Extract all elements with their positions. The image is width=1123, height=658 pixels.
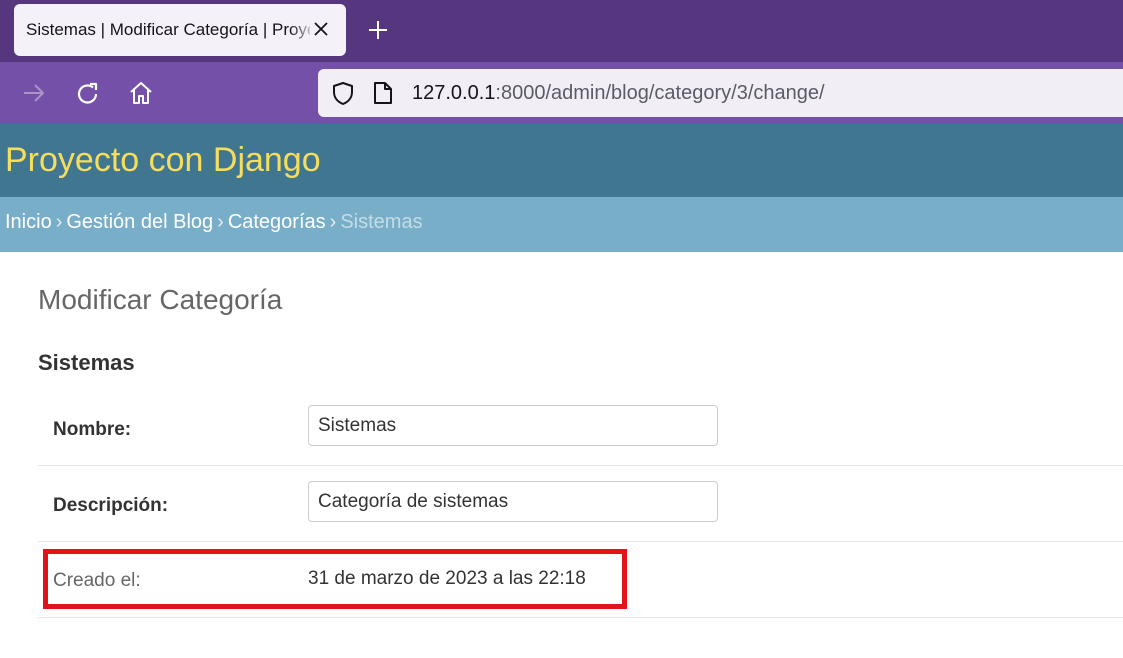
breadcrumb: Inicio › Gestión del Blog › Categorías › Siste… <box>0 197 1123 252</box>
highlight-annotation-box <box>43 549 627 609</box>
forward-arrow-icon[interactable] <box>21 80 47 106</box>
breadcrumb-model[interactable]: Categorías <box>228 211 326 233</box>
breadcrumb-separator: › <box>329 211 337 233</box>
object-title: Sistemas <box>38 350 135 375</box>
browser-tab[interactable]: Sistemas | Modificar Categoría | Proyect… <box>14 4 346 56</box>
reload-icon[interactable] <box>75 81 101 107</box>
form-row-nombre: Nombre: <box>38 390 1123 466</box>
page-title: Modificar Categoría <box>38 284 283 315</box>
url-host: 127.0.0.1 <box>412 82 496 104</box>
page-icon[interactable] <box>372 81 394 105</box>
address-bar[interactable]: 127.0.0.1:8000/admin/blog/category/3/cha… <box>318 69 1123 117</box>
shield-icon[interactable] <box>331 81 355 105</box>
close-icon[interactable] <box>310 18 332 40</box>
breadcrumb-current: Sistemas <box>340 211 423 233</box>
descripcion-label: Descripción: <box>53 495 169 516</box>
nombre-input[interactable] <box>308 405 718 446</box>
url-path: :8000/admin/blog/category/3/change/ <box>495 82 825 104</box>
form-row-descripcion: Descripción: <box>38 466 1123 542</box>
breadcrumb-app[interactable]: Gestión del Blog <box>66 211 213 233</box>
breadcrumb-home[interactable]: Inicio <box>5 211 52 233</box>
breadcrumb-separator: › <box>55 211 63 233</box>
nombre-label: Nombre: <box>53 419 132 440</box>
plus-icon[interactable] <box>366 18 390 42</box>
tab-title: Sistemas | Modificar Categoría | Proyect… <box>26 20 310 39</box>
breadcrumb-separator: › <box>217 211 224 233</box>
admin-header: Proyecto con Django <box>0 124 1123 197</box>
url-text[interactable]: 127.0.0.1:8000/admin/blog/category/3/cha… <box>412 82 825 105</box>
home-icon[interactable] <box>128 80 154 106</box>
descripcion-input[interactable] <box>308 481 718 522</box>
browser-tab-strip: Sistemas | Modificar Categoría | Proyect… <box>0 0 1123 62</box>
site-branding[interactable]: Proyecto con Django <box>5 141 321 180</box>
browser-nav-bar: 127.0.0.1:8000/admin/blog/category/3/cha… <box>0 62 1123 124</box>
